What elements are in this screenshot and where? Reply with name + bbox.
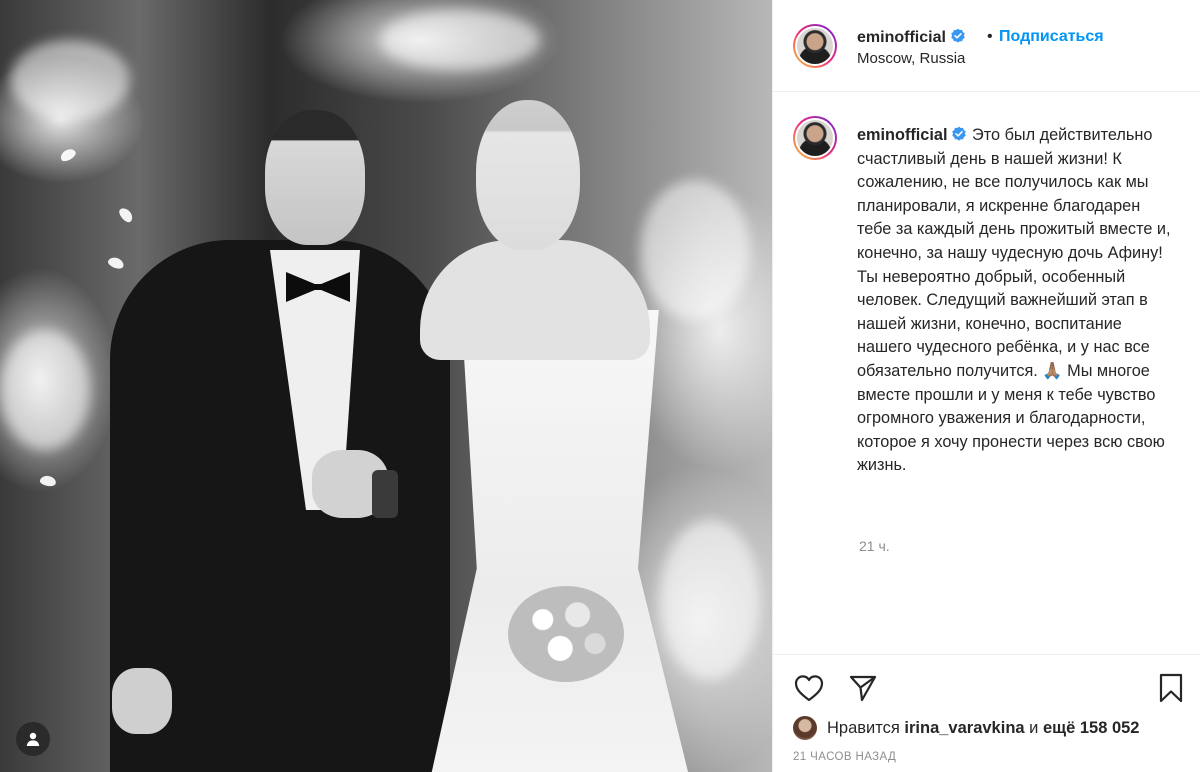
likes-count[interactable]: ещё 158 052: [1043, 719, 1140, 738]
bride-dress: [430, 310, 690, 772]
petal: [106, 255, 126, 271]
post-side-panel: eminofficial • Подписаться Moscow, Russi…: [772, 0, 1200, 772]
groom-hand-left: [112, 668, 172, 734]
caption-username[interactable]: eminofficial: [857, 126, 947, 144]
liker-username[interactable]: irina_varavkina: [904, 719, 1024, 738]
bride-shoulders: [420, 240, 650, 360]
avatar-image: [795, 26, 835, 66]
author-avatar[interactable]: [793, 24, 837, 68]
follow-button[interactable]: Подписаться: [999, 28, 1104, 46]
caption-author-avatar[interactable]: [793, 116, 837, 160]
post-location[interactable]: Moscow, Russia: [857, 50, 965, 67]
petal: [39, 474, 57, 488]
share-button[interactable]: [845, 671, 881, 705]
user-tag-icon: [26, 732, 40, 746]
groom-head: [265, 110, 365, 245]
bride-head: [476, 100, 580, 250]
bg-bokeh: [640, 180, 750, 320]
post-actions: Нравится irina_varavkina и ещё 158 052 2…: [773, 654, 1200, 772]
author-username[interactable]: eminofficial: [857, 28, 966, 47]
bookmark-icon: [1159, 673, 1183, 703]
verified-badge-icon: [952, 126, 967, 141]
post-caption: eminofficial Это был действительно счаст…: [773, 92, 1200, 652]
bridal-bouquet: [508, 586, 624, 682]
bg-bokeh: [660, 520, 760, 680]
like-button[interactable]: [791, 671, 827, 705]
save-button[interactable]: [1153, 671, 1189, 705]
post-photo[interactable]: [0, 0, 772, 772]
caption-text-block: eminofficial Это был действительно счаст…: [857, 124, 1179, 478]
verified-badge-icon: [951, 28, 965, 43]
heart-icon: [794, 675, 824, 702]
bg-bokeh: [0, 330, 90, 450]
liker-avatar[interactable]: [793, 716, 817, 740]
author-username-text[interactable]: eminofficial: [857, 29, 946, 46]
caption-time[interactable]: 21 ч.: [859, 538, 890, 554]
caption-body: Это был действительно счастливый день в …: [857, 126, 1171, 475]
post-header: eminofficial • Подписаться Moscow, Russi…: [773, 0, 1200, 92]
post-timestamp[interactable]: 21 ЧАСОВ НАЗАД: [793, 751, 896, 763]
groom-watch: [372, 470, 398, 518]
petal: [58, 146, 78, 164]
bg-bokeh: [10, 40, 130, 120]
paper-plane-icon: [849, 675, 877, 702]
likes-prefix: Нравится: [827, 718, 900, 737]
likes-middle: и: [1029, 718, 1039, 737]
user-tag-button[interactable]: [16, 722, 50, 756]
header-separator: •: [987, 28, 993, 45]
likes-summary[interactable]: Нравится irina_varavkina и ещё 158 052: [793, 715, 1193, 741]
petal: [117, 205, 135, 225]
avatar-image: [795, 118, 835, 158]
bg-bokeh: [380, 10, 540, 70]
